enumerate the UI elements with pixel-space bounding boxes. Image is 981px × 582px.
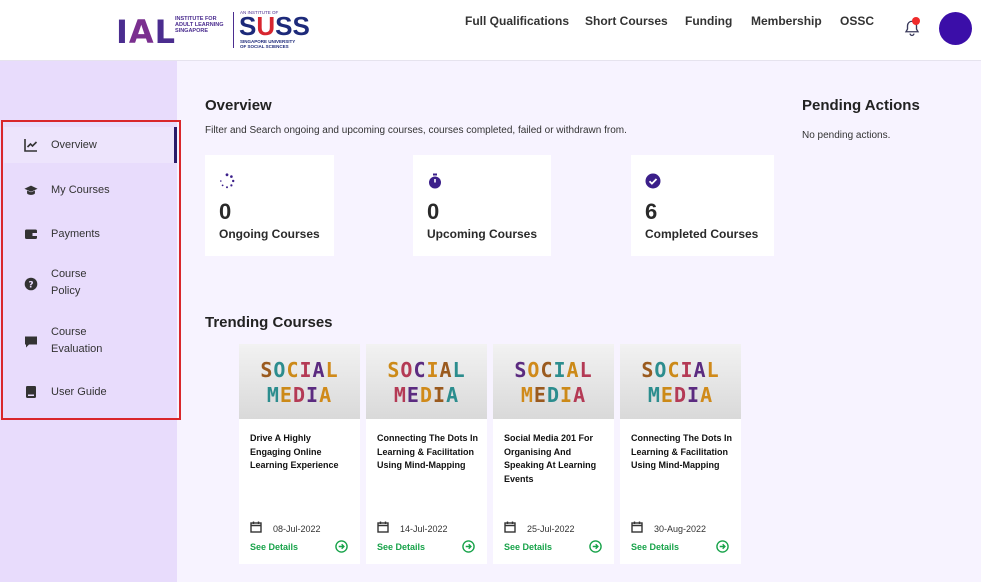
- completed-count: 6: [645, 199, 658, 224]
- course-card[interactable]: SOCIAL MEDIA Social Media 201 For Organi…: [493, 344, 614, 564]
- nav-full-qualifications[interactable]: Full Qualifications: [465, 14, 569, 28]
- sidebar-item-label: My Courses: [51, 183, 110, 196]
- upcoming-courses-card[interactable]: 0 Upcoming Courses: [413, 155, 551, 256]
- spinner-icon: [220, 173, 235, 189]
- course-card[interactable]: SOCIAL MEDIA Drive A Highly Engaging Onl…: [239, 344, 360, 564]
- course-title[interactable]: Connecting The Dots In Learning & Facili…: [377, 432, 481, 473]
- completed-label: Completed Courses: [645, 227, 759, 241]
- arrow-circle-right-icon[interactable]: [716, 540, 729, 553]
- course-card[interactable]: SOCIAL MEDIA Connecting The Dots In Lear…: [366, 344, 487, 564]
- upcoming-label: Upcoming Courses: [427, 227, 538, 241]
- course-image: SOCIAL MEDIA: [493, 344, 614, 419]
- arrow-circle-right-icon[interactable]: [589, 540, 602, 553]
- sidebar-item-label: User Guide: [51, 385, 107, 398]
- nav-membership[interactable]: Membership: [751, 14, 822, 28]
- see-details-link[interactable]: See Details: [377, 542, 425, 552]
- question-circle-icon: ?: [24, 277, 38, 291]
- course-image: SOCIAL MEDIA: [366, 344, 487, 419]
- course-title[interactable]: Connecting The Dots In Learning & Facili…: [631, 432, 735, 473]
- logo-divider: [233, 12, 234, 48]
- sidebar-item-course-evaluation[interactable]: Course Evaluation: [4, 322, 177, 362]
- check-circle-icon: [645, 173, 661, 189]
- see-details-link[interactable]: See Details: [504, 542, 552, 552]
- pending-actions-text: No pending actions.: [802, 130, 891, 141]
- suss-logo-subtitle: SINGAPORE UNIVERSITY OF SOCIAL SCIENCES: [240, 39, 296, 49]
- overview-subtitle: Filter and Search ongoing and upcoming c…: [205, 125, 627, 136]
- course-date: 25-Jul-2022: [527, 524, 575, 534]
- sidebar-item-label: Course Evaluation: [51, 326, 103, 355]
- completed-courses-card[interactable]: 6 Completed Courses: [631, 155, 774, 256]
- ial-logo-subtitle: INSTITUTE FOR ADULT LEARNING SINGAPORE: [175, 16, 224, 34]
- stopwatch-icon: [429, 173, 441, 189]
- ial-logo-text: IAL: [116, 13, 177, 51]
- ongoing-label: Ongoing Courses: [219, 227, 320, 241]
- upcoming-count: 0: [427, 199, 440, 224]
- notification-dot: [912, 17, 920, 25]
- nav-short-courses[interactable]: Short Courses: [585, 14, 668, 28]
- sidebar-item-label: Payments: [51, 227, 100, 240]
- course-date: 08-Jul-2022: [273, 524, 321, 534]
- svg-text:?: ?: [28, 281, 33, 291]
- suss-logo[interactable]: SUSS: [239, 13, 310, 39]
- see-details-link[interactable]: See Details: [631, 542, 679, 552]
- course-card[interactable]: SOCIAL MEDIA Connecting The Dots In Lear…: [620, 344, 741, 564]
- avatar[interactable]: [939, 12, 972, 45]
- book-icon: [24, 385, 38, 399]
- sidebar-item-overview[interactable]: Overview: [4, 127, 177, 163]
- arrow-circle-right-icon[interactable]: [462, 540, 475, 553]
- ongoing-courses-card[interactable]: 0 Ongoing Courses: [205, 155, 334, 256]
- trending-courses-title: Trending Courses: [205, 314, 333, 331]
- sidebar-item-my-courses[interactable]: My Courses: [4, 172, 177, 208]
- graduation-cap-icon: [24, 183, 38, 197]
- ial-logo[interactable]: IAL: [116, 16, 176, 48]
- calendar-icon: [250, 521, 262, 533]
- pending-actions-title: Pending Actions: [802, 97, 920, 114]
- wallet-icon: [24, 227, 38, 241]
- comment-icon: [24, 335, 38, 349]
- chart-line-icon: [24, 138, 38, 152]
- sidebar-item-payments[interactable]: Payments: [4, 216, 177, 252]
- sidebar-item-course-policy[interactable]: ? Course Policy: [4, 264, 177, 304]
- arrow-circle-right-icon[interactable]: [335, 540, 348, 553]
- see-details-link[interactable]: See Details: [250, 542, 298, 552]
- course-title[interactable]: Drive A Highly Engaging Online Learning …: [250, 432, 354, 473]
- ongoing-count: 0: [219, 199, 232, 224]
- overview-title: Overview: [205, 97, 272, 114]
- calendar-icon: [377, 521, 389, 533]
- course-image: SOCIAL MEDIA: [620, 344, 741, 419]
- nav-ossc[interactable]: OSSC: [840, 14, 874, 28]
- calendar-icon: [631, 521, 643, 533]
- course-date: 30-Aug-2022: [654, 524, 707, 534]
- course-image: SOCIAL MEDIA: [239, 344, 360, 419]
- course-date: 14-Jul-2022: [400, 524, 448, 534]
- sidebar-item-label: Course Policy: [51, 268, 87, 297]
- calendar-icon: [504, 521, 516, 533]
- top-bar: IAL INSTITUTE FOR ADULT LEARNING SINGAPO…: [0, 0, 981, 61]
- nav-funding[interactable]: Funding: [685, 14, 732, 28]
- sidebar-item-user-guide[interactable]: User Guide: [4, 374, 177, 410]
- sidebar-item-label: Overview: [51, 138, 97, 151]
- course-title[interactable]: Social Media 201 For Organising And Spea…: [504, 432, 608, 486]
